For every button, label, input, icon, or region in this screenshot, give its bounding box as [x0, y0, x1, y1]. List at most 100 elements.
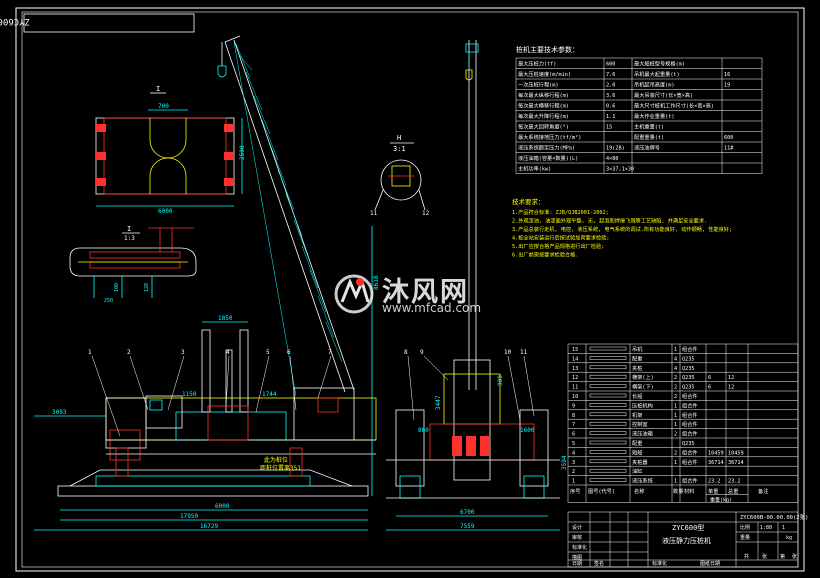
param-cell: 3×37,1×30	[606, 167, 634, 173]
bom-cell: 6	[708, 375, 711, 381]
bom-cell: 2	[674, 375, 677, 381]
svg-text:标准化: 标准化	[652, 560, 667, 567]
param-cell: 每次最大纵移行程(m)	[518, 91, 569, 99]
bom-cell: 2	[674, 432, 677, 438]
param-cell: 每次最大回转角度(°)	[518, 123, 569, 131]
svg-text:860: 860	[418, 427, 429, 434]
params-table: 桩机主要技术参数： 最大压桩力(tf) 600 最大船桩型号规格(m) 最大压桩速度(…	[515, 45, 763, 174]
bom-cell: 5	[572, 441, 575, 447]
param-cell: 16	[724, 72, 730, 78]
svg-text:1: 1	[782, 525, 785, 531]
bom-cell: 控制室	[632, 420, 648, 428]
side-view-machine: 1850 3093 6000 17950 16729 1150 1744 861…	[34, 35, 380, 531]
title-block-label: 标准化	[572, 544, 587, 551]
requirement-item: 3.产品总装行走机, 电控, 液压系统, 电气系统的调试.所有功能良好, 动作顺…	[512, 225, 732, 233]
watermark: 沐风网 www.mfcad.com	[330, 268, 500, 318]
param-cell: 19(28)	[606, 146, 625, 152]
bom-cell: 3	[572, 460, 575, 466]
svg-text:900: 900	[497, 375, 504, 386]
bom-cell: 10	[572, 394, 578, 400]
bom-cell: 11	[572, 385, 578, 391]
param-cell: 7.6	[606, 72, 615, 78]
bom-cell: 1	[572, 479, 575, 485]
title-block: ZYC600B-00.00.00(2张) ZYC600型 液压静力压桩机 比例 …	[567, 511, 808, 568]
bom-cell: 23.2	[728, 479, 741, 485]
svg-text:8: 8	[404, 349, 408, 356]
bom-header-cell: 名称	[634, 487, 644, 495]
param-cell: 每次最大升降行程(m)	[518, 112, 569, 120]
detail-section-h: H 3:1 11 12	[370, 134, 430, 217]
param-cell: 最大系统接地压力(tf/m²)	[518, 133, 581, 141]
bom-cell: 夹桩	[632, 364, 642, 372]
bom-cell: 10459	[708, 450, 724, 456]
param-cell: 1.1	[606, 114, 615, 120]
svg-text:重量: 重量	[740, 534, 750, 541]
bom-cell: Q235	[682, 356, 695, 362]
svg-text:H: H	[397, 134, 401, 142]
bom-cell: 2	[572, 469, 575, 475]
svg-text:11: 11	[520, 349, 528, 356]
requirement-item: 4.桩全站安装运行后按试验加荷要求检验;	[512, 234, 610, 242]
title-block-label: 设计	[572, 524, 582, 531]
bom-header-cell: 数量	[673, 487, 683, 495]
svg-text:6000: 6000	[215, 503, 230, 510]
svg-text:共: 共	[744, 553, 749, 560]
bom-cell: Q235	[682, 441, 695, 447]
bom-header-cell: 序号	[570, 487, 580, 495]
bom-cell: 36714	[708, 460, 724, 466]
svg-text:距桩位置离351: 距桩位置离351	[260, 464, 301, 472]
param-cell: 液压系统额定压力(MPa)	[518, 144, 575, 152]
bom-cell: 6	[572, 432, 575, 438]
param-cell: 吊机起吊高度(m)	[634, 81, 675, 89]
bom-cell: Q235	[682, 385, 695, 391]
svg-text:6: 6	[287, 349, 291, 356]
bom-cell: 15	[572, 347, 578, 353]
svg-text:1: 1	[88, 349, 92, 356]
svg-text:3594: 3594	[561, 455, 568, 470]
param-cell: 最大作业重量(t)	[634, 112, 675, 120]
svg-text:技术要求：: 技术要求：	[512, 197, 545, 206]
bom-cell: 4	[572, 450, 575, 456]
svg-text:第: 第	[780, 553, 785, 560]
svg-text:7: 7	[328, 349, 332, 356]
bom-cell: 13	[572, 366, 578, 372]
bom-cell: 短船	[632, 448, 642, 456]
svg-text:5: 5	[266, 349, 270, 356]
bom-table: 15 吊机 1 组合件14 配重 4 Q23513 夹桩 4 Q23512 横架(上) 2 Q235 6 1…	[567, 343, 799, 503]
bom-cell: 组合件	[682, 411, 698, 419]
requirement-item: 6.出厂前需按要求检验合格.	[512, 251, 578, 259]
svg-text:2500: 2500	[239, 145, 246, 160]
watermark-url: www.mfcad.com	[382, 301, 482, 315]
svg-text:I: I	[156, 85, 160, 93]
bom-cell: 23.2	[708, 479, 721, 485]
bom-cell: Q235	[682, 375, 695, 381]
param-cell: 每次最大横移行程(m)	[518, 102, 569, 110]
svg-text:比例: 比例	[740, 524, 750, 531]
bom-cell: 配重	[632, 439, 642, 447]
bom-cell: 8	[572, 413, 575, 419]
svg-text:1850: 1850	[218, 315, 233, 322]
svg-text:1:80: 1:80	[760, 525, 772, 531]
bom-cell: 机架	[632, 411, 642, 419]
bom-cell: 12	[728, 375, 734, 381]
bom-cell: 液压系统	[632, 477, 653, 485]
svg-text:液压静力压桩机: 液压静力压桩机	[662, 536, 711, 545]
bom-cell: 4	[674, 366, 677, 372]
param-cell: 吊机最大起重量(t)	[634, 70, 680, 78]
param-cell: 最大吊装尺寸(长×宽×高)	[634, 91, 693, 99]
svg-text:1:3: 1:3	[124, 235, 135, 242]
bom-header-cell: 图号(代号)	[588, 487, 615, 495]
param-cell: 主机重量(t)	[634, 123, 664, 131]
bom-cell: 36714	[728, 460, 744, 466]
bom-cell: 夹桩器	[632, 458, 648, 466]
mfcad-logo-icon	[334, 274, 374, 314]
param-cell: 配重重量(t)	[634, 133, 664, 141]
bom-cell: 组合件	[682, 458, 698, 466]
svg-text:700: 700	[158, 103, 169, 110]
bom-cell: 组合件	[682, 420, 698, 428]
svg-text:12: 12	[422, 210, 430, 217]
bom-cell: 14	[572, 356, 578, 362]
bom-cell: 1	[674, 403, 677, 409]
bom-header-cell: 材料	[684, 487, 694, 495]
svg-text:kg: kg	[786, 535, 792, 541]
